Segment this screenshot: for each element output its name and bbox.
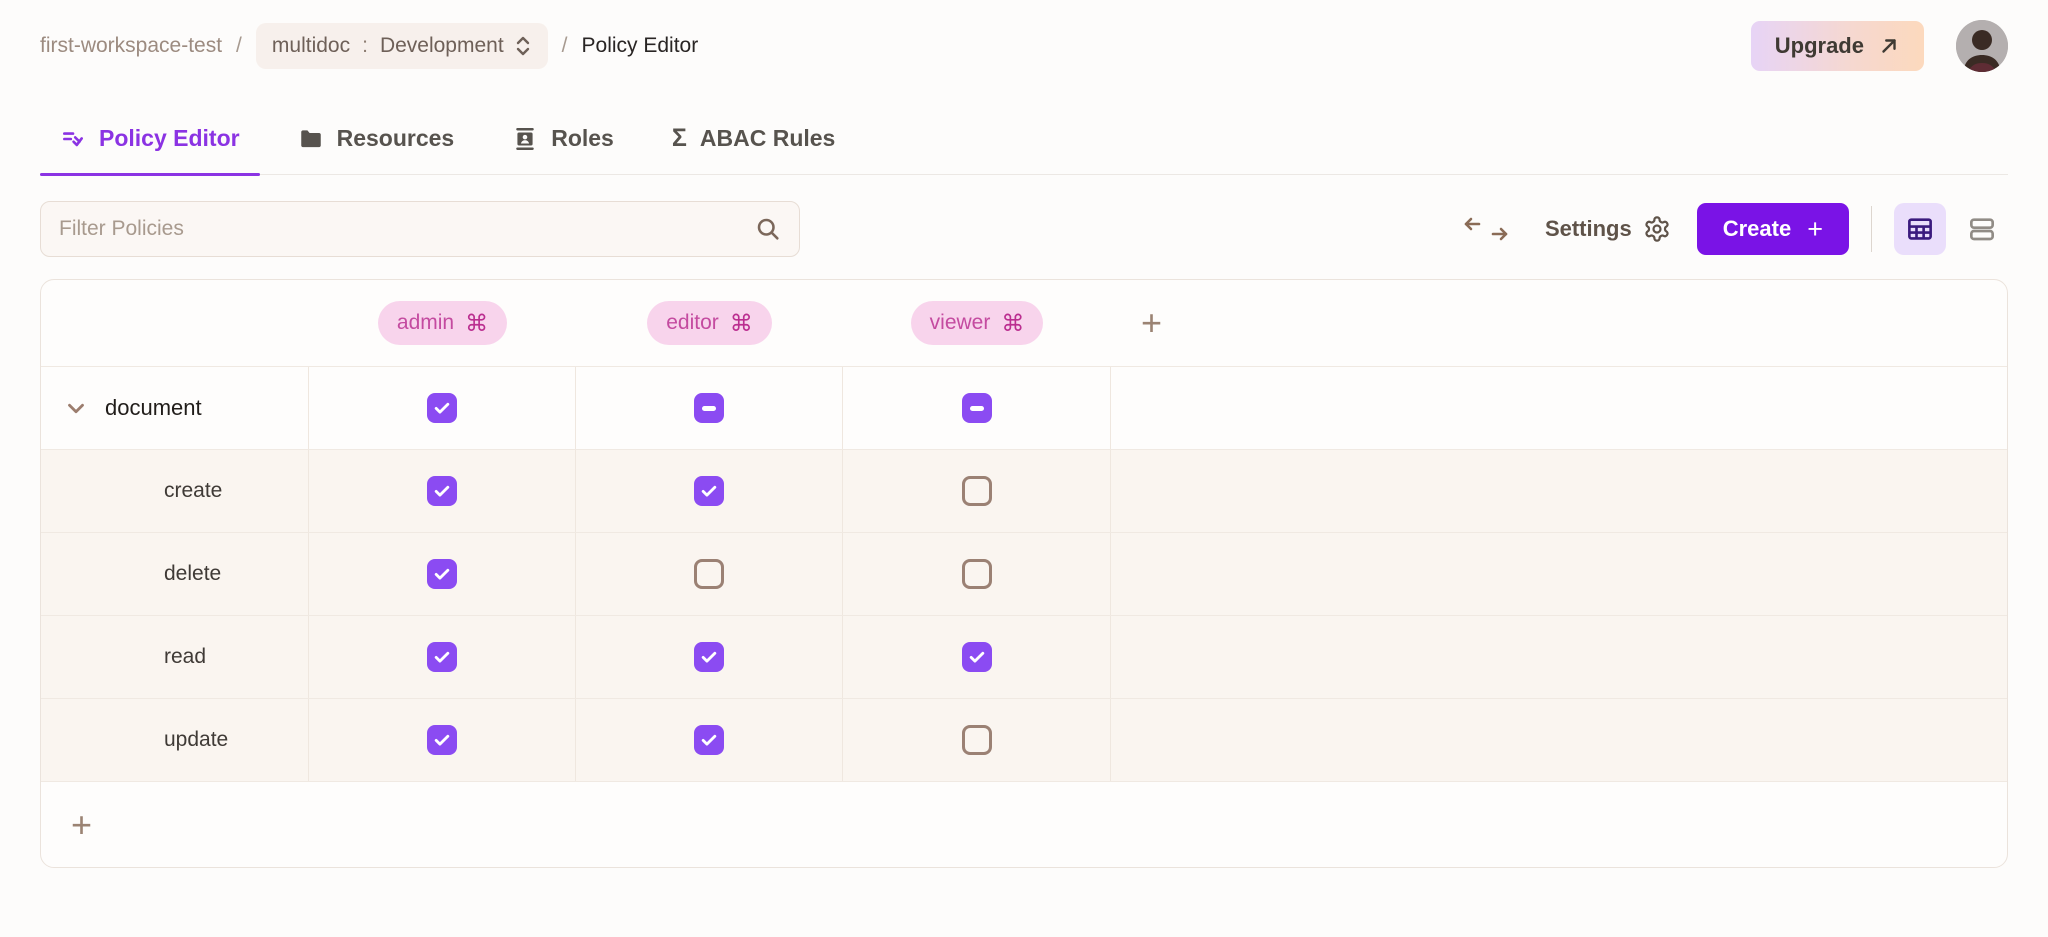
external-arrow-icon — [1878, 35, 1900, 57]
search-icon — [754, 215, 782, 248]
settings-button[interactable]: Settings — [1545, 215, 1671, 243]
permission-checkbox-document-delete-editor[interactable] — [694, 559, 724, 589]
role-member-icon: ⌘ — [730, 312, 753, 335]
contact-card-icon — [512, 126, 538, 152]
project-env-colon: : — [362, 34, 368, 58]
policy-toolbar: Settings Create + — [40, 201, 2008, 257]
create-label: Create — [1723, 216, 1791, 242]
breadcrumb-current-page: Policy Editor — [582, 34, 699, 58]
tab-label: Roles — [551, 125, 614, 152]
table-row: delete — [41, 532, 2007, 615]
table-row: create — [41, 449, 2007, 532]
expand-collapse-arrows-icon[interactable] — [1463, 216, 1509, 242]
toolbar-right: Settings Create + — [1463, 203, 2008, 255]
action-name: delete — [164, 562, 221, 586]
resource-name: document — [105, 395, 202, 421]
tab-label: ABAC Rules — [700, 125, 835, 152]
list-view-toggle[interactable] — [1956, 203, 2008, 255]
table-row: read — [41, 615, 2007, 698]
create-button[interactable]: Create + — [1697, 203, 1849, 255]
avatar[interactable] — [1956, 20, 2008, 72]
add-resource-button[interactable]: + — [63, 807, 100, 843]
permission-checkbox-document-viewer[interactable] — [962, 393, 992, 423]
view-toggles — [1894, 203, 2008, 255]
tab-label: Resources — [337, 125, 455, 152]
add-resource-row: + — [41, 781, 2007, 867]
gear-icon — [1643, 215, 1671, 243]
permission-checkbox-document-admin[interactable] — [427, 393, 457, 423]
top-bar: first-workspace-test / multidoc : Develo… — [40, 20, 2008, 72]
tab-label: Policy Editor — [99, 125, 240, 152]
permission-checkbox-document-update-viewer[interactable] — [962, 725, 992, 755]
permission-checkbox-document-editor[interactable] — [694, 393, 724, 423]
roles-header-row: admin ⌘ editor ⌘ viewer ⌘ + — [41, 280, 2007, 366]
table-row: update — [41, 698, 2007, 781]
role-name: viewer — [930, 311, 991, 335]
settings-label: Settings — [1545, 216, 1632, 242]
project-environment-selector[interactable]: multidoc : Development — [256, 23, 548, 69]
permission-checkbox-document-read-viewer[interactable] — [962, 642, 992, 672]
top-bar-right: Upgrade — [1751, 20, 2008, 72]
role-member-icon: ⌘ — [465, 312, 488, 335]
action-name: read — [164, 645, 206, 669]
sigma-icon: Σ — [672, 126, 687, 151]
permission-checkbox-document-create-editor[interactable] — [694, 476, 724, 506]
role-name: admin — [397, 311, 454, 335]
policy-matrix-table: admin ⌘ editor ⌘ viewer ⌘ + document create delet… — [40, 279, 2008, 868]
permission-checkbox-document-delete-admin[interactable] — [427, 559, 457, 589]
permission-checkbox-document-read-admin[interactable] — [427, 642, 457, 672]
filter-policies-input[interactable] — [40, 201, 800, 257]
permission-checkbox-document-update-admin[interactable] — [427, 725, 457, 755]
folder-icon — [298, 126, 324, 152]
project-name: multidoc — [272, 34, 350, 58]
add-role-button[interactable]: + — [1133, 305, 1170, 341]
permission-checkbox-document-create-admin[interactable] — [427, 476, 457, 506]
breadcrumb-workspace[interactable]: first-workspace-test — [40, 34, 222, 58]
tab-roles[interactable]: Roles — [512, 125, 614, 174]
filter-policies-wrap — [40, 201, 800, 257]
role-pill-viewer[interactable]: viewer ⌘ — [911, 301, 1044, 345]
environment-name: Development — [380, 34, 504, 58]
tab-abac-rules[interactable]: Σ ABAC Rules — [672, 125, 835, 174]
table-row: document — [41, 366, 2007, 449]
tab-policy-editor[interactable]: Policy Editor — [60, 125, 240, 174]
chevron-up-down-icon — [514, 35, 532, 57]
permission-checkbox-document-delete-viewer[interactable] — [962, 559, 992, 589]
action-name: create — [164, 479, 222, 503]
tab-resources[interactable]: Resources — [298, 125, 455, 174]
permission-checkbox-document-read-editor[interactable] — [694, 642, 724, 672]
upgrade-label: Upgrade — [1775, 33, 1864, 59]
role-name: editor — [666, 311, 719, 335]
grid-view-toggle[interactable] — [1894, 203, 1946, 255]
chevron-down-icon[interactable] — [63, 395, 89, 421]
list-view-icon — [1966, 213, 1998, 245]
role-member-icon: ⌘ — [1001, 312, 1024, 335]
policy-editor-page: first-workspace-test / multidoc : Develo… — [0, 20, 2048, 937]
permission-checkbox-document-update-editor[interactable] — [694, 725, 724, 755]
list-check-icon — [60, 126, 86, 152]
breadcrumb-separator: / — [562, 34, 568, 58]
breadcrumb: first-workspace-test / multidoc : Develo… — [40, 23, 698, 69]
action-name: update — [164, 728, 228, 752]
grid-view-icon — [1905, 214, 1935, 244]
permission-checkbox-document-create-viewer[interactable] — [962, 476, 992, 506]
breadcrumb-separator: / — [236, 34, 242, 58]
tab-bar: Policy Editor Resources Roles — [40, 112, 2008, 175]
role-pill-admin[interactable]: admin ⌘ — [378, 301, 507, 345]
role-pill-editor[interactable]: editor ⌘ — [647, 301, 772, 345]
toolbar-divider — [1871, 206, 1872, 252]
upgrade-button[interactable]: Upgrade — [1751, 21, 1924, 71]
